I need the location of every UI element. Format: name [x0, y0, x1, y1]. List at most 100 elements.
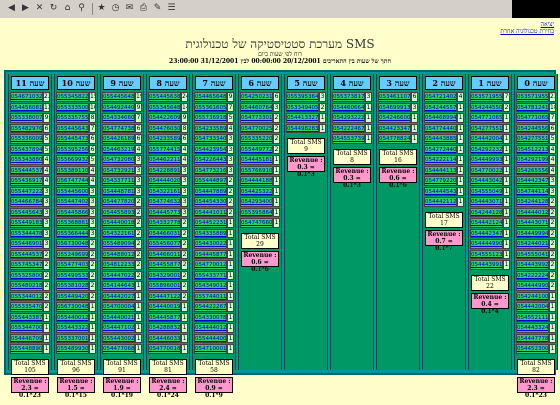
phone-number-link[interactable]: 0554454738	[56, 134, 89, 144]
phone-number-link[interactable]: 0544440124	[516, 207, 549, 217]
phone-number-link[interactable]: 0553688612	[56, 218, 89, 228]
phone-number-link[interactable]: 0554445378	[10, 165, 43, 175]
phone-number-link[interactable]: 0544410111	[194, 207, 227, 217]
phone-number-link[interactable]: 0535719550	[516, 92, 549, 102]
phone-number-link[interactable]: 0547476600	[240, 218, 273, 228]
phone-number-link[interactable]: 0547747382	[102, 123, 135, 133]
phone-number-link[interactable]: 0544457733	[148, 207, 181, 217]
phone-number-link[interactable]: 0544239544	[194, 144, 227, 154]
phone-number-link[interactable]: 0554491830	[10, 218, 43, 228]
phone-number-link[interactable]: 0544689947	[424, 113, 457, 123]
phone-number-link[interactable]: 0542335899	[194, 123, 227, 133]
phone-number-link[interactable]: 0544477780	[516, 333, 549, 343]
phone-number-link[interactable]: 0544499945	[516, 228, 549, 238]
phone-number-link[interactable]: 0544471229	[148, 291, 181, 301]
phone-number-link[interactable]: 0542775512	[470, 123, 503, 133]
home-icon[interactable]: ⌂	[62, 3, 73, 14]
phone-number-link[interactable]: 0544471021	[102, 323, 135, 333]
phone-number-link[interactable]: 0544449906	[516, 281, 549, 291]
phone-number-link[interactable]: 0553335002	[56, 102, 89, 112]
phone-number-link[interactable]: 0545537399	[332, 134, 365, 144]
phone-number-link[interactable]: 0544440202	[148, 176, 181, 186]
refresh-icon[interactable]: ↻	[48, 3, 59, 14]
phone-number-link[interactable]: 0548122334	[102, 260, 135, 270]
phone-number-link[interactable]: 0556699321	[56, 155, 89, 165]
phone-number-link[interactable]: 0553664447	[56, 228, 89, 238]
phone-number-link[interactable]: 0554445378	[10, 249, 43, 259]
mail-icon[interactable]: ✉	[124, 3, 135, 14]
phone-number-link[interactable]: 0542264433	[194, 155, 227, 165]
forward-icon[interactable]: ▶	[20, 3, 31, 14]
phone-number-link[interactable]: 0557453470	[10, 260, 43, 270]
phone-number-link[interactable]: 0554472228	[10, 186, 43, 196]
phone-number-link[interactable]: 0542445509	[470, 102, 503, 112]
phone-number-link[interactable]: 0533494052	[286, 102, 319, 112]
phone-number-link[interactable]: 0544420272	[102, 291, 135, 301]
phone-number-link[interactable]: 0544400213	[102, 312, 135, 322]
phone-number-link[interactable]: 0554494202	[56, 291, 89, 301]
phone-number-link[interactable]: 0547700229	[470, 165, 503, 175]
phone-number-link[interactable]: 0544451815	[240, 155, 273, 165]
phone-number-link[interactable]: 0554456438	[56, 123, 89, 133]
phone-number-link[interactable]: 0544656488	[194, 92, 227, 102]
phone-number-link[interactable]: 0542441004	[516, 291, 549, 301]
phone-number-link[interactable]: 0553958649	[240, 207, 273, 217]
phone-number-link[interactable]: 0544253226	[240, 186, 273, 196]
phone-number-link[interactable]: 0554378940	[10, 144, 43, 154]
phone-number-link[interactable]: 0553440122	[10, 291, 43, 301]
phone-number-link[interactable]: 0554433870	[10, 312, 43, 322]
phone-number-link[interactable]: 0544770680	[102, 344, 135, 354]
search-icon[interactable]: ⚲	[76, 3, 87, 14]
phone-number-link[interactable]: 0544423477	[516, 176, 549, 186]
phone-number-link[interactable]: 0554456438	[10, 207, 43, 217]
phone-number-link[interactable]: 0544660312	[148, 228, 181, 238]
phone-number-link[interactable]: 0554774030	[56, 260, 89, 270]
phone-number-link[interactable]: 0544458771	[194, 249, 227, 259]
phone-number-link[interactable]: 0542724402	[424, 144, 457, 154]
phone-number-link[interactable]: 0554469012	[10, 239, 43, 249]
phone-number-link[interactable]: 0554995333	[56, 270, 89, 280]
phone-number-link[interactable]: 0544880122	[102, 249, 135, 259]
stop-icon[interactable]: ✕	[34, 3, 45, 14]
phone-number-link[interactable]: 0557744150	[148, 144, 181, 154]
phone-number-link[interactable]: 0547792204	[424, 176, 457, 186]
phone-number-link[interactable]: 0544622114	[148, 155, 181, 165]
phone-number-link[interactable]: 0544449906	[470, 239, 503, 249]
phone-number-link[interactable]: 0542221146	[424, 155, 457, 165]
phone-number-link[interactable]: 0542655567	[516, 165, 549, 175]
phone-number-link[interactable]: 0544439911	[470, 260, 503, 270]
phone-number-link[interactable]: 0544460332	[148, 333, 181, 343]
phone-number-link[interactable]: 0545122134	[516, 144, 549, 154]
phone-number-link[interactable]: 0553456488	[148, 102, 181, 112]
phone-number-link[interactable]: 0543358890	[194, 228, 227, 238]
phone-number-link[interactable]: 0544560812	[10, 102, 43, 112]
phone-number-link[interactable]: 0547100018	[194, 344, 227, 354]
phone-number-link[interactable]: 0567477442	[56, 176, 89, 186]
phone-number-link[interactable]: 0542445573	[424, 102, 457, 112]
phone-number-link[interactable]: 0544430711	[516, 218, 549, 228]
phone-number-link[interactable]: 0542288911	[148, 165, 181, 175]
phone-number-link[interactable]: 0544438851	[424, 134, 457, 144]
phone-number-link[interactable]: 0545550491	[470, 186, 503, 196]
discuss-icon[interactable]: ☰	[166, 3, 177, 14]
phone-number-link[interactable]: 0547329211	[102, 165, 135, 175]
phone-number-link[interactable]: 0544433241	[516, 323, 549, 333]
phone-number-link[interactable]: 0547812412	[516, 102, 549, 112]
phone-number-link[interactable]: 0554433220	[56, 323, 89, 333]
back-icon[interactable]: ◀	[6, 3, 17, 14]
phone-number-link[interactable]: 0547214021	[424, 92, 457, 102]
phone-number-link[interactable]: 0542502313	[240, 92, 273, 102]
phone-number-link[interactable]: 0544667840	[10, 197, 43, 207]
phone-number-link[interactable]: 0553952561	[56, 144, 89, 154]
phone-number-link[interactable]: 0553360092	[10, 134, 43, 144]
phone-number-link[interactable]: 0553258009	[10, 270, 43, 280]
phone-number-link[interactable]: 0554456002	[56, 186, 89, 196]
phone-number-link[interactable]: 0546710321	[10, 92, 43, 102]
phone-number-link[interactable]: 0544760300	[148, 123, 181, 133]
phone-number-link[interactable]: 0545521112	[516, 312, 549, 322]
phone-number-link[interactable]: 0557369188	[194, 113, 227, 123]
phone-number-link[interactable]: 0554337711	[194, 270, 227, 280]
favorites-icon[interactable]: ★	[96, 3, 107, 14]
phone-number-link[interactable]: 0554430021	[102, 333, 135, 343]
phone-number-link[interactable]: 0544558771	[148, 260, 181, 270]
